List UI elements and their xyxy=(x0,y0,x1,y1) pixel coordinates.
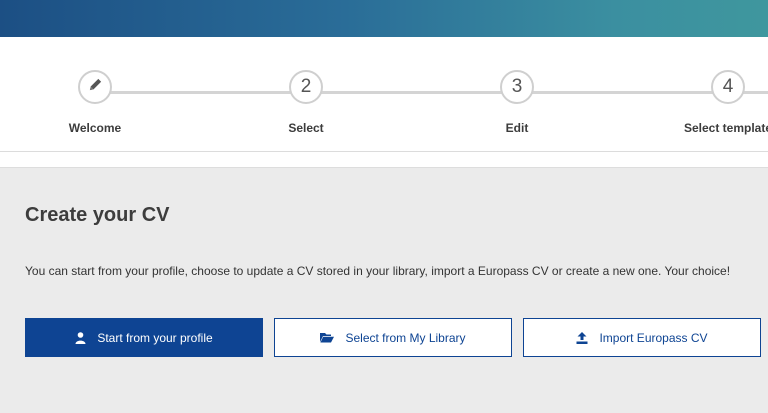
user-icon xyxy=(75,331,86,344)
step-label: Select template xyxy=(683,121,768,135)
main-content: Create your CV You can start from your p… xyxy=(0,168,768,413)
pencil-icon xyxy=(88,76,103,98)
step-number: 2 xyxy=(289,70,323,104)
select-from-library-button[interactable]: Select from My Library xyxy=(274,318,512,357)
step-label: Select xyxy=(288,121,324,135)
intro-text: You can start from your profile, choose … xyxy=(25,264,731,278)
step-number: 3 xyxy=(500,70,534,104)
section-divider xyxy=(0,152,768,168)
import-europass-cv-button[interactable]: Import Europass CV xyxy=(523,318,761,357)
page-title: Create your CV xyxy=(25,204,170,226)
top-header-bar xyxy=(0,0,768,37)
button-label: Start from your profile xyxy=(97,330,213,345)
step-welcome[interactable]: Welcome xyxy=(25,70,165,135)
folder-open-icon xyxy=(320,332,335,343)
step-number: 4 xyxy=(711,70,745,104)
progress-stepper: Welcome 2 Select 3 Edit 4 Select templat… xyxy=(0,37,768,152)
step-label: Edit xyxy=(505,121,529,135)
step-select-template[interactable]: 4 Select template xyxy=(658,70,768,135)
step-circle xyxy=(78,70,112,104)
step-label: Welcome xyxy=(68,121,122,135)
button-label: Select from My Library xyxy=(345,330,466,345)
upload-icon xyxy=(576,331,588,344)
step-select[interactable]: 2 Select xyxy=(236,70,376,135)
step-edit[interactable]: 3 Edit xyxy=(447,70,587,135)
start-from-profile-button[interactable]: Start from your profile xyxy=(25,318,263,357)
button-label: Import Europass CV xyxy=(599,330,708,345)
